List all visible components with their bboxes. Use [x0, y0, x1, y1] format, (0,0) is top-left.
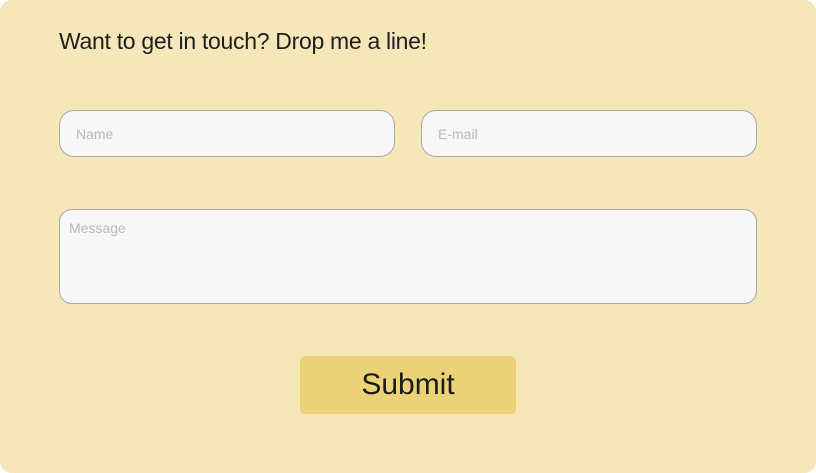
- email-input[interactable]: [421, 110, 757, 157]
- form-heading: Want to get in touch? Drop me a line!: [59, 28, 427, 54]
- message-textarea[interactable]: [59, 209, 757, 304]
- contact-form-card: Want to get in touch? Drop me a line! Su…: [0, 0, 816, 473]
- name-input[interactable]: [59, 110, 395, 157]
- submit-button[interactable]: Submit: [300, 356, 516, 414]
